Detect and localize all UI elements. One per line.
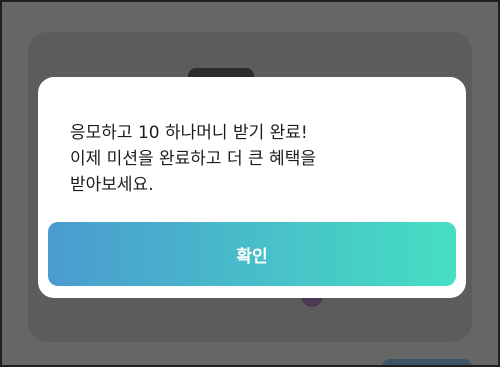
alert-dialog: 응모하고 10 하나머니 받기 완료! 이제 미션을 완료하고 더 큰 혜택을 …: [38, 77, 466, 298]
dialog-message-line: 이제 미션을 완료하고 더 큰 혜택을: [70, 149, 316, 169]
background-tab: [382, 359, 472, 365]
dialog-message-line: 받아보세요.: [70, 175, 154, 195]
confirm-button[interactable]: 확인: [48, 222, 456, 286]
dialog-message: 응모하고 10 하나머니 받기 완료! 이제 미션을 완료하고 더 큰 혜택을 …: [70, 120, 440, 198]
screen: 응모하고 10 하나머니 받기 완료! 이제 미션을 완료하고 더 큰 혜택을 …: [0, 0, 500, 367]
dialog-message-line: 응모하고 10 하나머니 받기 완료!: [70, 123, 308, 143]
